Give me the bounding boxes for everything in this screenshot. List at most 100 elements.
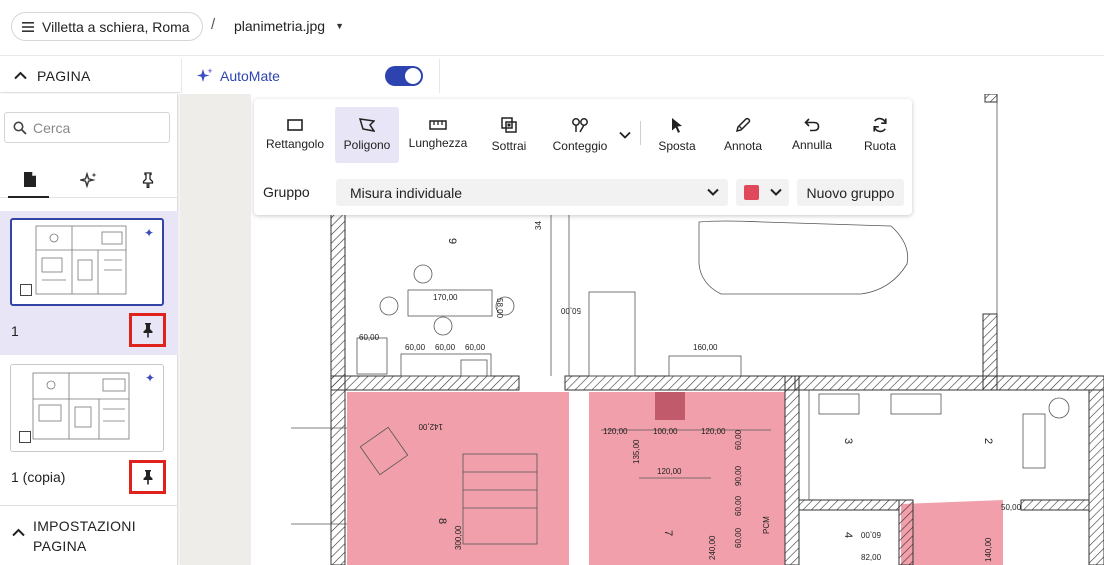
- subtract-icon: [501, 117, 517, 133]
- toolbar-divider: [640, 121, 641, 145]
- page-section-toggle[interactable]: PAGINA: [0, 59, 180, 93]
- dimension-text: 58,00: [495, 298, 504, 319]
- dimension-text: 60,00: [860, 530, 881, 539]
- sparkle-icon: [196, 68, 213, 82]
- dimension-text: 60,00: [435, 343, 456, 352]
- automate-toggle[interactable]: [385, 66, 423, 86]
- crop-icon: [20, 284, 32, 296]
- page-section-title: PAGINA: [37, 67, 91, 84]
- breadcrumb-separator: /: [211, 16, 216, 33]
- top-bar: Villetta a schiera, Roma / planimetria.j…: [0, 0, 1104, 56]
- page-card[interactable]: ✦ 1 (copia): [0, 356, 178, 500]
- tool-more-dropdown[interactable]: [614, 107, 636, 163]
- plan-label: PCM: [762, 516, 771, 534]
- file-name: planimetria.jpg: [234, 18, 326, 34]
- page-thumbnail[interactable]: ✦: [10, 364, 164, 452]
- tab-pages[interactable]: [0, 162, 59, 198]
- new-group-label: Nuovo gruppo: [806, 184, 895, 201]
- crop-icon: [19, 431, 31, 443]
- caret-down-icon: ▼: [335, 21, 344, 31]
- search-icon: [13, 121, 27, 135]
- tool-label: Rettangolo: [265, 137, 325, 151]
- ruler-icon: [429, 120, 447, 130]
- room-number: 2: [982, 438, 994, 444]
- sidebar-tabs: [0, 162, 178, 198]
- room-number: 8: [436, 518, 448, 524]
- tool-label: Sposta: [658, 139, 696, 153]
- page-card[interactable]: ✦ 1: [0, 211, 178, 355]
- color-select[interactable]: [736, 179, 789, 206]
- dimension-text: 50,00: [1001, 503, 1022, 512]
- drawing-toolbar: Rettangolo Poligono Lunghezza Sottrai Co…: [254, 99, 912, 215]
- group-label: Gruppo: [263, 184, 310, 200]
- tool-rotate[interactable]: Ruota: [852, 107, 908, 163]
- dimension-text: 60,00: [734, 527, 743, 548]
- dimension-text: 60,00: [734, 429, 743, 450]
- tool-label: Poligono: [343, 138, 391, 152]
- sparkle-icon: [79, 171, 97, 188]
- automate-label: AutoMate: [220, 68, 280, 84]
- tool-label: Annota: [723, 139, 763, 153]
- search-placeholder: Cerca: [33, 119, 71, 136]
- menu-icon: [22, 19, 34, 35]
- dimension-text: 90,00: [734, 465, 743, 486]
- rectangle-icon: [287, 119, 303, 131]
- room-number: 3: [842, 438, 854, 444]
- page-thumbnail[interactable]: ✦: [10, 218, 164, 306]
- tool-label: Sottrai: [491, 139, 527, 153]
- file-dropdown[interactable]: planimetria.jpg ▼: [234, 18, 344, 34]
- color-swatch: [744, 185, 759, 200]
- dimension-text: 82,00: [861, 553, 882, 562]
- tool-label: Conteggio: [552, 139, 608, 153]
- tool-subtract[interactable]: Sottrai: [480, 107, 538, 163]
- dimension-text: 135,00: [632, 439, 641, 464]
- sidebar: Cerca ✦ 1 ✦ 1 (copia) IMPOSTAZIONI PAGIN…: [0, 94, 178, 565]
- sparkle-icon: ✦: [143, 226, 154, 240]
- tool-length[interactable]: Lunghezza: [406, 107, 470, 163]
- document-icon: [23, 172, 36, 187]
- dimension-text: 120,00: [657, 467, 682, 476]
- rotate-icon: [873, 117, 887, 133]
- page-label: 1: [11, 323, 19, 339]
- page-settings-title: IMPOSTAZIONI PAGINA: [33, 518, 136, 554]
- tool-move[interactable]: Sposta: [648, 107, 706, 163]
- tool-label: Annulla: [791, 138, 833, 152]
- group-select-value: Misura individuale: [350, 184, 463, 201]
- pin-icon: [143, 171, 154, 188]
- tool-count[interactable]: Conteggio: [546, 107, 614, 163]
- search-input[interactable]: Cerca: [4, 112, 170, 143]
- project-name: Villetta a schiera, Roma: [42, 18, 190, 35]
- tool-annotate[interactable]: Annota: [714, 107, 772, 163]
- pin-icon: [143, 470, 152, 485]
- tool-undo[interactable]: Annulla: [782, 107, 842, 163]
- toggle-knob: [405, 68, 421, 84]
- tool-label: Ruota: [863, 139, 897, 153]
- project-menu-button[interactable]: Villetta a schiera, Roma: [11, 12, 203, 41]
- new-group-button[interactable]: Nuovo gruppo: [797, 179, 904, 206]
- dimension-text: 60,00: [405, 343, 426, 352]
- cursor-icon: [672, 118, 682, 133]
- tool-rectangle[interactable]: Rettangolo: [260, 107, 330, 163]
- chevron-down-icon: [619, 131, 631, 139]
- dimension-text: 60,00: [359, 333, 380, 342]
- tab-pinned[interactable]: [119, 162, 178, 197]
- dimension-text: 100,00: [653, 427, 678, 436]
- page-label: 1 (copia): [11, 469, 66, 485]
- dimension-text: 140,00: [984, 537, 993, 562]
- pencil-icon: [735, 117, 751, 133]
- tool-label: Lunghezza: [408, 136, 468, 150]
- dimension-text: 120,00: [701, 427, 726, 436]
- count-icon: [572, 118, 588, 133]
- undo-icon: [804, 118, 820, 132]
- group-select[interactable]: Misura individuale: [336, 179, 728, 206]
- dimension-text: 142,00: [418, 422, 443, 431]
- tool-polygon[interactable]: Poligono: [335, 107, 399, 163]
- tab-automate[interactable]: [59, 162, 118, 197]
- chevron-down-icon: [707, 188, 719, 196]
- pin-button[interactable]: [129, 460, 166, 494]
- area-highlight[interactable]: [589, 392, 785, 565]
- pin-button[interactable]: [129, 313, 166, 347]
- room-number: 9: [446, 238, 458, 244]
- dimension-text: 50,00: [560, 306, 581, 315]
- page-settings-toggle[interactable]: IMPOSTAZIONI PAGINA: [0, 505, 178, 565]
